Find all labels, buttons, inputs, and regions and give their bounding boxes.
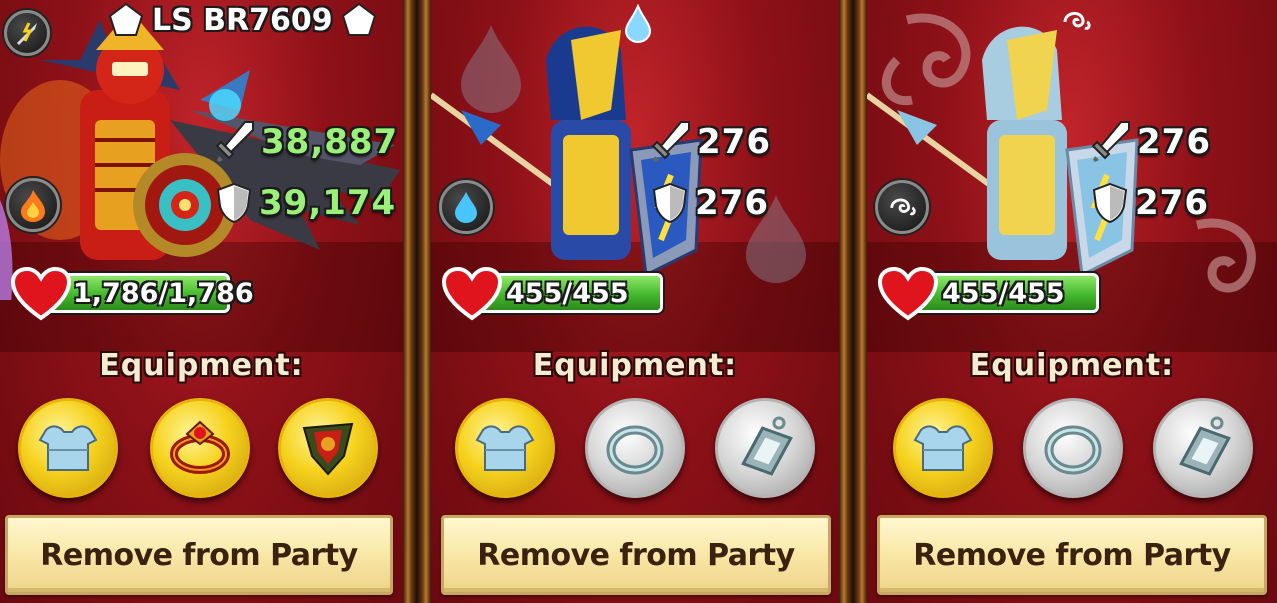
equipment-label: Equipment: [969,348,1175,383]
equipment-slot-amulet[interactable] [715,398,815,498]
armor-icon [475,425,535,471]
attack-value: 276 [697,122,771,162]
remove-button-label: Remove from Party [40,537,358,573]
amulet-icon [302,422,354,476]
hp-bar: 455/455 [911,273,1099,313]
element-badge [875,180,929,234]
ring-icon [170,420,230,474]
equipment-slot-armor[interactable] [18,398,118,498]
heart-icon [10,266,72,321]
equipment-slot-amulet[interactable] [278,398,378,498]
wind-knight-portrait [867,13,1256,293]
class-badge [4,10,50,56]
hero-name-row: LS BR7609 [108,2,377,38]
attack-stat: 276 [651,120,771,164]
heart-icon [877,266,939,321]
wind-swirl-icon [1063,12,1091,30]
defense-value: 276 [695,183,769,223]
hero-card-1: LS BR7609 38,887 39,174 1,786/1,786 Equi… [0,0,403,603]
hero-card-3: 276 276 455/455 Equipment: Remove from P… [867,0,1277,603]
remove-from-party-button[interactable]: Remove from Party [877,515,1267,595]
water-drop-icon [624,4,652,43]
equipment-slot-amulet[interactable] [1153,398,1253,498]
element-badge [6,178,60,232]
water-knight-portrait [431,25,806,283]
shield-icon [1092,182,1128,224]
equipment-slot-ring[interactable] [585,398,685,498]
shield-icon [652,182,688,224]
amulet-icon [741,416,793,476]
equipment-slot-ring[interactable] [1023,398,1123,498]
hero-name: LS BR7609 [152,2,333,38]
remove-button-label: Remove from Party [913,537,1231,573]
element-badge [439,180,493,234]
attack-value: 276 [1137,122,1211,162]
armor-icon [38,425,98,471]
equipment-label: Equipment: [532,348,738,383]
sword-lightning-icon [17,22,37,45]
defense-stat: 276 [651,182,769,224]
sword-icon [651,121,690,162]
hero-card-2: 276 276 455/455 Equipment: Remove from P… [431,0,839,603]
heart-icon [441,266,503,321]
amulet-icon [1179,416,1231,476]
equipment-label: Equipment: [99,348,304,383]
pentagon-icon [341,2,376,36]
hp-value: 455/455 [942,277,1065,309]
attack-stat: 38,887 [215,120,398,164]
sword-icon [215,121,254,162]
ring-icon [606,425,664,475]
defense-value: 276 [1135,183,1209,223]
panel-divider [839,0,867,603]
equipment-slot-armor[interactable] [455,398,555,498]
hp-bar: 455/455 [475,273,663,313]
attack-value: 38,887 [261,122,399,162]
remove-from-party-button[interactable]: Remove from Party [5,515,393,595]
defense-stat: 276 [1091,182,1209,224]
pentagon-icon [108,2,144,36]
armor-icon [913,425,973,471]
hp-value: 455/455 [506,277,629,309]
equipment-slot-armor[interactable] [893,398,993,498]
defense-stat: 39,174 [215,182,396,224]
fire-icon [21,190,45,222]
attack-stat: 276 [1091,120,1211,164]
panel-divider [403,0,431,603]
hp-value: 1,786/1,786 [73,277,254,309]
wind-swirl-icon [890,198,916,216]
remove-from-party-button[interactable]: Remove from Party [441,515,831,595]
ring-icon [1044,425,1102,475]
defense-value: 39,174 [259,183,397,223]
remove-button-label: Remove from Party [477,537,795,573]
equipment-slot-ring[interactable] [150,398,250,498]
shield-icon [216,182,252,224]
water-drop-icon [455,192,477,223]
sword-icon [1091,121,1130,162]
